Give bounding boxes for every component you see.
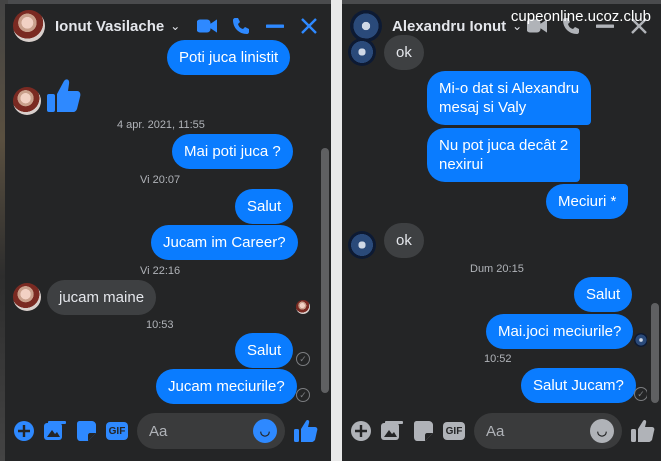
chat-window-ionut-vasilache: Ionut Vasilache ⌄ Poti juca linistit 4 a… <box>5 4 331 461</box>
message-incoming: ok <box>384 223 424 258</box>
composer: GIF Aa ◡ <box>5 401 331 461</box>
like-icon <box>47 78 81 119</box>
message-input-placeholder: Aa <box>149 422 168 440</box>
date-separator: 4 apr. 2021, 11:55 <box>117 119 205 131</box>
message-outgoing: Salut Jucam? <box>521 368 636 403</box>
message-input[interactable]: Aa ◡ <box>474 413 622 449</box>
photo-icon[interactable] <box>44 420 66 442</box>
like-button[interactable] <box>293 418 319 444</box>
scrollbar[interactable] <box>317 48 331 401</box>
delivered-check-icon: ✓ <box>634 387 648 401</box>
message-outgoing: Mi-o dat si Alexandru mesaj si Valy <box>427 71 592 125</box>
message-outgoing: Meciuri * <box>546 184 629 219</box>
contact-avatar-small <box>13 283 41 311</box>
date-separator: Dum 20:15 <box>470 263 524 275</box>
window-gap <box>331 0 342 461</box>
like-button[interactable] <box>630 418 656 444</box>
scrollbar-thumb[interactable] <box>321 148 329 393</box>
phone-icon[interactable] <box>231 16 251 36</box>
read-receipt-avatar <box>296 300 310 314</box>
message-outgoing: Mai poti juca ? <box>172 134 293 169</box>
sticker-icon[interactable] <box>412 420 434 442</box>
message-incoming: ok <box>384 35 424 70</box>
chat-header: Ionut Vasilache ⌄ <box>5 4 331 48</box>
sticker-icon[interactable] <box>75 420 97 442</box>
contact-avatar-small <box>348 231 376 259</box>
gif-icon[interactable]: GIF <box>106 420 128 442</box>
contact-avatar-small <box>348 38 376 66</box>
message-outgoing: Jucam im Career? <box>151 225 298 260</box>
message-input-placeholder: Aa <box>486 422 505 440</box>
message-input[interactable]: Aa ◡ <box>137 413 285 449</box>
contact-name[interactable]: Ionut Vasilache <box>55 18 164 35</box>
chat-window-alexandru-ionut: Alexandru Ionut ⌄ ok Mi-o dat si Alexand… <box>342 4 661 461</box>
time-separator: 10:53 <box>146 319 174 331</box>
plus-icon[interactable] <box>350 420 372 442</box>
minimize-icon[interactable] <box>265 16 285 36</box>
contact-name[interactable]: Alexandru Ionut <box>392 18 506 35</box>
desktop: cupeonline.ucoz.club Ionut Vasilache ⌄ P… <box>0 0 661 461</box>
message-outgoing: Mai.joci meciurile? <box>486 314 634 349</box>
scrollbar-thumb[interactable] <box>651 303 659 403</box>
message-list: ok Mi-o dat si Alexandru mesaj si Valy N… <box>342 35 661 403</box>
gif-icon[interactable]: GIF <box>443 420 465 442</box>
composer: GIF Aa ◡ <box>342 401 661 461</box>
message-outgoing: Salut <box>574 277 633 312</box>
video-call-icon[interactable] <box>197 16 217 36</box>
message-list: Poti juca linistit 4 apr. 2021, 11:55 Ma… <box>5 40 331 404</box>
emoji-icon[interactable]: ◡ <box>253 419 277 443</box>
contact-avatar[interactable] <box>13 10 45 42</box>
message-outgoing: Poti juca linistit <box>167 40 291 75</box>
scrollbar[interactable] <box>647 48 661 403</box>
contact-avatar[interactable] <box>350 10 382 42</box>
chevron-down-icon[interactable]: ⌄ <box>170 19 180 33</box>
watermark: cupeonline.ucoz.club <box>510 8 651 25</box>
read-receipt-avatar <box>634 333 648 347</box>
emoji-icon[interactable]: ◡ <box>590 419 614 443</box>
delivered-check-icon: ✓ <box>296 352 310 366</box>
photo-icon[interactable] <box>381 420 403 442</box>
message-outgoing: Jucam meciurile? <box>156 369 297 404</box>
time-separator: 10:52 <box>484 353 512 365</box>
close-icon[interactable] <box>299 16 319 36</box>
plus-icon[interactable] <box>13 420 35 442</box>
message-outgoing: Salut <box>235 333 294 368</box>
message-outgoing: Nu pot juca decât 2 nexirui <box>427 128 581 182</box>
date-separator: Vi 20:07 <box>140 174 181 186</box>
date-separator: Vi 22:16 <box>140 265 181 277</box>
message-outgoing: Salut <box>235 189 294 224</box>
contact-avatar-small <box>13 87 41 115</box>
message-incoming: jucam maine <box>47 280 157 315</box>
delivered-check-icon: ✓ <box>296 388 310 402</box>
